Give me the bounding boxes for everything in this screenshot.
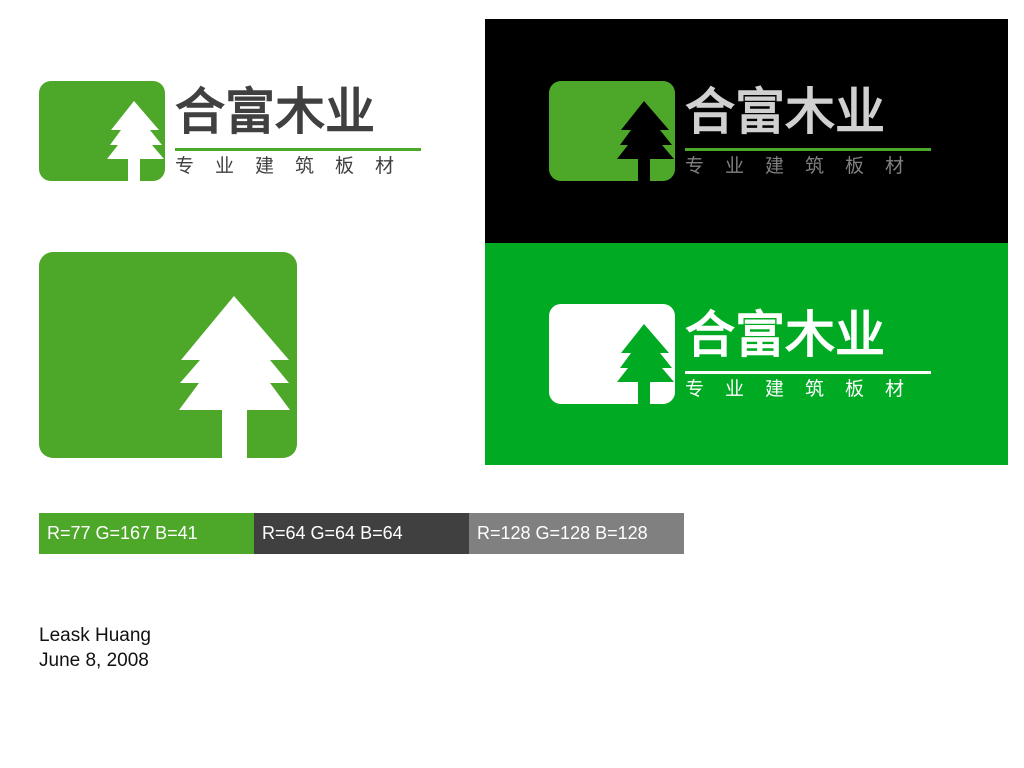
logo-badge — [39, 81, 165, 181]
brand-divider — [685, 148, 931, 151]
brand-name: 合富木业 — [175, 83, 375, 141]
brand-tagline: 专业建筑板材 — [685, 155, 926, 177]
color-swatch-dark-gray: R=64 G=64 B=64 — [254, 513, 469, 554]
logo-on-black: 合富木业 专业建筑板材 — [549, 81, 949, 191]
logo-badge — [549, 304, 675, 404]
tree-icon — [617, 101, 674, 181]
brand-name: 合富木业 — [685, 83, 885, 141]
large-logo-icon — [39, 252, 297, 458]
brand-divider — [685, 371, 931, 374]
color-swatch-light-gray: R=128 G=128 B=128 — [469, 513, 684, 554]
logo-badge — [549, 81, 675, 181]
brand-tagline: 专业建筑板材 — [685, 378, 926, 400]
tree-icon — [179, 296, 290, 458]
creation-date: June 8, 2008 — [39, 650, 149, 671]
brand-divider — [175, 148, 421, 151]
tree-icon — [617, 324, 674, 404]
tree-icon — [107, 101, 164, 181]
brand-name: 合富木业 — [685, 306, 885, 364]
logo-on-white: 合富木业 专业建筑板材 — [39, 81, 439, 191]
logo-on-green: 合富木业 专业建筑板材 — [549, 304, 949, 414]
brand-tagline: 专业建筑板材 — [175, 155, 416, 177]
author-name: Leask Huang — [39, 625, 151, 646]
color-swatch-green: R=77 G=167 B=41 — [39, 513, 254, 554]
